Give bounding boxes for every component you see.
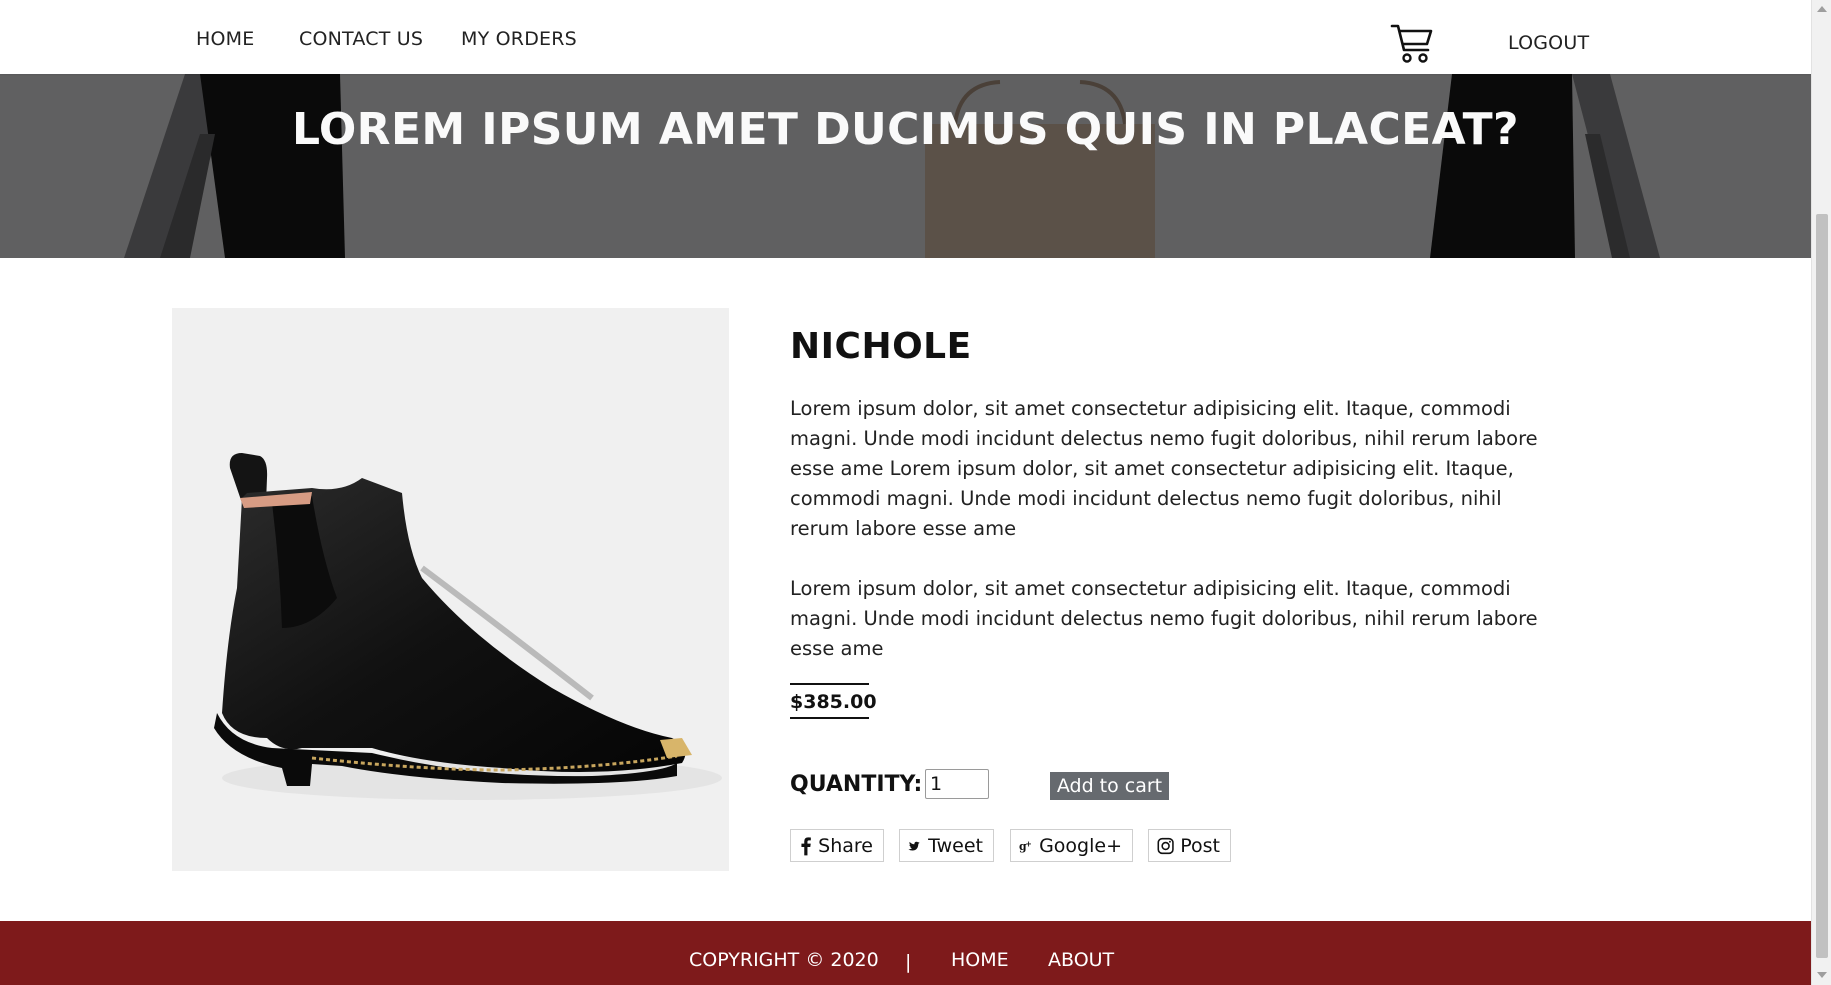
scroll-up-arrow-icon[interactable] bbox=[1817, 6, 1827, 12]
quantity-input[interactable] bbox=[925, 769, 989, 799]
nav-my-orders-link[interactable]: MY ORDERS bbox=[461, 28, 577, 50]
google-plus-icon: g + bbox=[1019, 839, 1032, 852]
top-navbar: HOME CONTACT US MY ORDERS LOGOUT bbox=[0, 0, 1811, 74]
share-google-plus-button[interactable]: g + Google+ bbox=[1010, 829, 1133, 862]
footer: COPYRIGHT © 2020 | HOME ABOUT bbox=[0, 921, 1811, 985]
footer-separator: | bbox=[905, 951, 912, 973]
shopping-cart-icon[interactable] bbox=[1390, 22, 1434, 64]
nav-home-link[interactable]: HOME bbox=[196, 28, 254, 50]
add-to-cart-button[interactable]: Add to cart bbox=[1050, 772, 1169, 800]
share-facebook-label: Share bbox=[818, 834, 873, 857]
share-instagram-button[interactable]: Post bbox=[1148, 829, 1231, 862]
share-twitter-label: Tweet bbox=[928, 834, 983, 857]
svg-text:+: + bbox=[1025, 839, 1031, 848]
product-price: $385.00 bbox=[790, 683, 877, 719]
quantity-label: QUANTITY: bbox=[790, 772, 923, 797]
product-name: NICHOLE bbox=[790, 326, 972, 367]
share-facebook-button[interactable]: Share bbox=[790, 829, 884, 862]
hero-banner bbox=[0, 74, 1811, 258]
nav-contact-link[interactable]: CONTACT US bbox=[299, 28, 423, 50]
hero-title: LOREM IPSUM AMET DUCIMUS QUIS IN PLACEAT… bbox=[291, 104, 1519, 155]
share-instagram-label: Post bbox=[1180, 834, 1220, 857]
page-scrollbar[interactable] bbox=[1811, 0, 1831, 985]
product-description-2: Lorem ipsum dolor, sit amet consectetur … bbox=[790, 577, 1538, 660]
share-google-plus-label: Google+ bbox=[1039, 834, 1122, 857]
product-description-1: Lorem ipsum dolor, sit amet consectetur … bbox=[790, 397, 1538, 540]
product-image bbox=[172, 308, 729, 871]
logout-link[interactable]: LOGOUT bbox=[1508, 32, 1589, 54]
footer-copyright: COPYRIGHT © 2020 bbox=[689, 949, 879, 971]
share-twitter-button[interactable]: Tweet bbox=[899, 829, 994, 862]
hero-background-image bbox=[0, 74, 1811, 258]
scrollbar-thumb[interactable] bbox=[1816, 214, 1828, 958]
twitter-icon bbox=[908, 841, 920, 851]
footer-home-link[interactable]: HOME bbox=[951, 949, 1009, 971]
scroll-down-arrow-icon[interactable] bbox=[1817, 972, 1827, 978]
footer-about-link[interactable]: ABOUT bbox=[1048, 949, 1114, 971]
instagram-icon bbox=[1157, 837, 1174, 854]
facebook-icon bbox=[801, 836, 811, 855]
